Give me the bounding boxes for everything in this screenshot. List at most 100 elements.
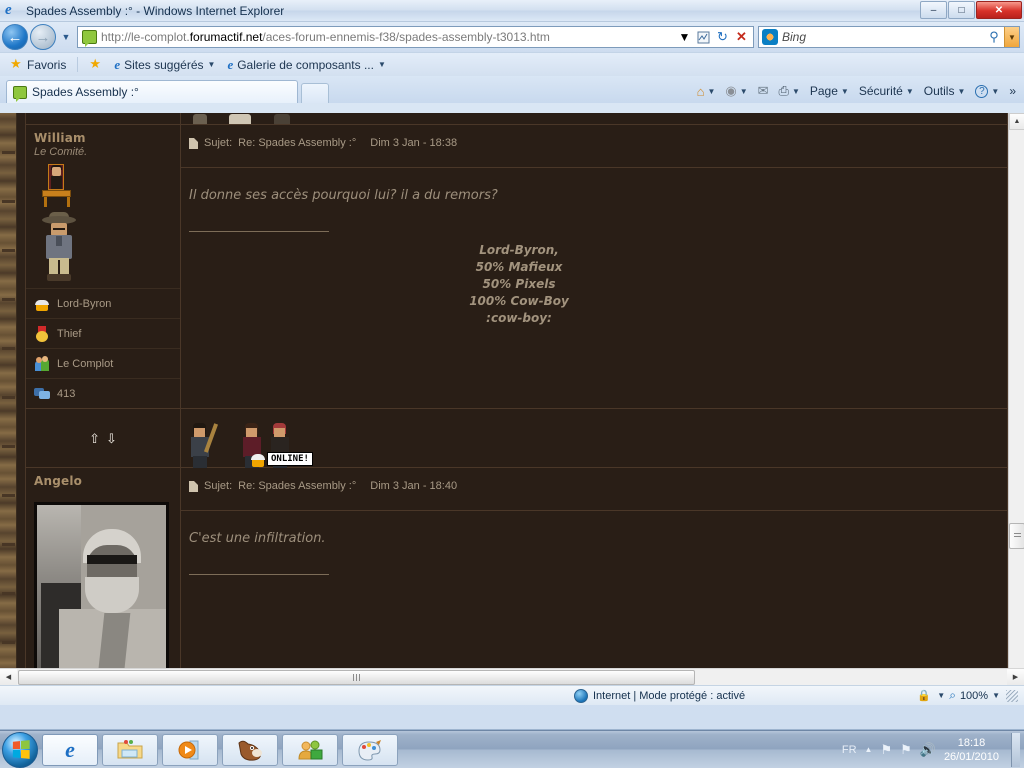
decorative-left-border bbox=[0, 113, 17, 686]
read-mail-button[interactable]: ✉ bbox=[754, 82, 773, 100]
horizontal-scroll-thumb[interactable] bbox=[18, 670, 695, 685]
close-button[interactable]: ✕ bbox=[976, 1, 1022, 19]
post-subject-prefix: Sujet: bbox=[204, 137, 233, 149]
post-author-rank: Le Comité. bbox=[34, 146, 88, 158]
maximize-button[interactable]: □ bbox=[948, 1, 975, 19]
address-bar-row: ← → ▼ http://le-complot.forumactif.net/a… bbox=[0, 22, 1024, 52]
post-subject[interactable]: Re: Spades Assembly :° bbox=[238, 480, 356, 492]
favorites-label: Favoris bbox=[27, 57, 67, 72]
feeds-button[interactable]: ◉ ▼ bbox=[721, 82, 751, 100]
taskbar-paint[interactable] bbox=[342, 733, 398, 766]
post-author-name[interactable]: William bbox=[26, 125, 180, 145]
search-provider-dropdown[interactable]: ▼ bbox=[1004, 27, 1019, 47]
compatibility-view-icon[interactable] bbox=[694, 27, 713, 47]
clock-time: 18:18 bbox=[957, 736, 986, 749]
zoom-level[interactable]: 100% bbox=[960, 690, 988, 702]
user-info-label: 413 bbox=[57, 387, 76, 400]
forward-button[interactable]: → bbox=[30, 24, 56, 50]
stop-button[interactable]: ✕ bbox=[732, 27, 751, 47]
stop-icon: ✕ bbox=[736, 29, 747, 44]
print-button[interactable]: ⎙ ▼ bbox=[775, 82, 804, 100]
printer-icon: ⎙ bbox=[778, 83, 789, 98]
taskbar-internet-explorer[interactable]: e bbox=[42, 733, 98, 766]
tab-title: Spades Assembly :° bbox=[32, 85, 139, 99]
internet-explorer-icon: e bbox=[5, 1, 12, 18]
bubble-icon bbox=[34, 386, 50, 402]
start-button[interactable] bbox=[2, 731, 38, 768]
network-icon[interactable]: ⚑ bbox=[880, 742, 892, 758]
favbar-item-label: Sites suggérés bbox=[124, 57, 204, 72]
action-center-icon[interactable]: ⚑ bbox=[900, 742, 912, 758]
clock[interactable]: 18:18 26/01/2010 bbox=[944, 736, 999, 764]
post-header: Sujet: Re: Spades Assembly :° Dim 3 Jan … bbox=[181, 125, 1007, 149]
search-icon[interactable]: ⚲ bbox=[984, 29, 1004, 45]
favbar-item-galerie[interactable]: e Galerie de composants ... ▼ bbox=[223, 56, 389, 73]
post-subject-prefix: Sujet: bbox=[204, 480, 233, 492]
security-menu-label: Sécurité bbox=[858, 84, 903, 98]
home-icon: ⌂ bbox=[696, 83, 705, 99]
chevron-down-icon: ▼ bbox=[707, 86, 716, 96]
url-prefix: http://le-complot. bbox=[101, 30, 190, 44]
media-player-icon bbox=[178, 740, 199, 759]
taskbar-emule[interactable] bbox=[222, 733, 278, 766]
scroll-left-button[interactable]: ◀ bbox=[0, 668, 17, 686]
page-menu[interactable]: Page ▼ bbox=[806, 83, 853, 99]
vertical-scroll-thumb[interactable] bbox=[1009, 523, 1024, 549]
recent-pages-dropdown[interactable]: ▼ bbox=[59, 32, 73, 42]
help-menu[interactable]: ? ▼ bbox=[971, 84, 1003, 99]
clock-date: 26/01/2010 bbox=[943, 750, 999, 763]
forum-table: William Le Comité. Lord-Byron Thief Le C… bbox=[25, 113, 1008, 686]
taskbar-windows-explorer[interactable] bbox=[102, 733, 158, 766]
show-hidden-icons-button[interactable]: ▲ bbox=[865, 745, 873, 754]
security-zone[interactable]: Internet | Mode protégé : activé bbox=[574, 688, 917, 703]
favorites-button[interactable]: ★ Favoris bbox=[6, 57, 70, 73]
url-path: /aces-forum-ennemis-f38/spades-assembly-… bbox=[262, 30, 550, 44]
partial-user-col bbox=[26, 113, 181, 124]
user-info-label: Lord-Byron bbox=[57, 297, 112, 310]
command-bar-overflow[interactable]: » bbox=[1005, 83, 1020, 99]
pixel-character bbox=[193, 114, 207, 124]
avatar-photo bbox=[34, 502, 169, 686]
horizontal-scrollbar[interactable]: ◀ ▶ bbox=[0, 668, 1024, 686]
protected-mode-icon: 🔒 bbox=[917, 689, 931, 702]
post-date: Dim 3 Jan - 18:40 bbox=[370, 480, 458, 492]
new-tab-button[interactable] bbox=[301, 83, 329, 103]
scroll-up-icon[interactable]: ⇧ bbox=[89, 431, 100, 447]
favbar-item-sites-suggeres[interactable]: e Sites suggérés ▼ bbox=[110, 56, 219, 73]
refresh-button[interactable]: ↻ bbox=[713, 27, 732, 47]
vertical-scrollbar[interactable]: ▲ ▼ bbox=[1008, 113, 1024, 686]
address-bar[interactable]: http://le-complot.forumactif.net/aces-fo… bbox=[77, 26, 754, 48]
scroll-down-icon[interactable]: ⇩ bbox=[106, 431, 117, 447]
pixel-character bbox=[229, 114, 251, 124]
page-viewport: William Le Comité. Lord-Byron Thief Le C… bbox=[0, 113, 1024, 686]
security-menu[interactable]: Sécurité ▼ bbox=[855, 83, 918, 99]
back-button[interactable]: ← bbox=[2, 24, 28, 50]
avatar-stack bbox=[26, 158, 180, 288]
post-william: William Le Comité. Lord-Byron Thief Le C… bbox=[26, 125, 1007, 408]
volume-icon[interactable]: 🔊 bbox=[920, 742, 936, 758]
resize-grip[interactable] bbox=[1006, 689, 1018, 702]
tab-spades-assembly[interactable]: Spades Assembly :° bbox=[6, 80, 298, 103]
scroll-arrows: ⇧ ⇩ bbox=[26, 409, 180, 469]
search-placeholder: Bing bbox=[782, 30, 807, 44]
add-to-favorites-bar-icon[interactable]: ★ bbox=[85, 57, 106, 72]
page-menu-label: Page bbox=[809, 84, 838, 98]
chevron-down-icon[interactable]: ▼ bbox=[937, 691, 945, 700]
partial-body-col bbox=[181, 113, 1007, 124]
minimize-button[interactable]: – bbox=[920, 1, 947, 19]
show-desktop-button[interactable] bbox=[1011, 732, 1020, 767]
post-subject[interactable]: Re: Spades Assembly :° bbox=[238, 137, 356, 149]
home-button[interactable]: ⌂ ▼ bbox=[693, 83, 720, 100]
search-box[interactable]: Bing ⚲ ▼ bbox=[758, 26, 1020, 48]
scroll-up-button[interactable]: ▲ bbox=[1009, 113, 1024, 130]
tools-menu[interactable]: Outils ▼ bbox=[920, 83, 970, 99]
post-author-name[interactable]: Angelo bbox=[26, 468, 180, 488]
scroll-right-button[interactable]: ▶ bbox=[1007, 668, 1024, 686]
taskbar-media-player[interactable] bbox=[162, 733, 218, 766]
address-dropdown-icon[interactable]: ▼ bbox=[675, 27, 694, 47]
post-footer-pixel-art: ONLINE! bbox=[181, 409, 1007, 468]
language-indicator[interactable]: FR bbox=[842, 744, 857, 756]
taskbar-msn-messenger[interactable] bbox=[282, 733, 338, 766]
chevron-down-icon[interactable]: ▼ bbox=[992, 691, 1000, 700]
post-user-panel: William Le Comité. Lord-Byron Thief Le C… bbox=[26, 125, 181, 408]
